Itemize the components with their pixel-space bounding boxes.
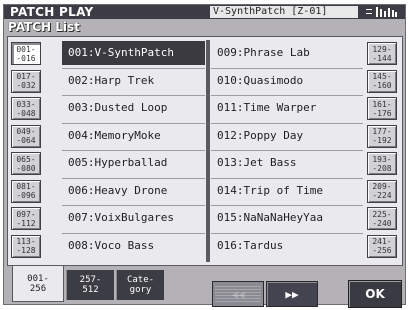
range-button-right[interactable]: 145- -160 [367,69,397,93]
patch-list-item[interactable]: 014:Trip of Time [211,179,363,203]
patch-list-item[interactable]: 002:Harp Trek [62,69,205,93]
patch-list-item[interactable]: 006:Heavy Drone [62,179,205,203]
range-button-left[interactable]: 033- -048 [11,97,41,120]
range-button-right[interactable]: 209- -224 [367,179,397,203]
ok-button[interactable]: OK [348,280,402,308]
patch-list-item[interactable]: 012:Poppy Day [211,124,363,148]
fast-forward-icon: ▶▶ [285,287,299,301]
range-button-left[interactable]: 049- -064 [11,124,41,148]
patch-list-item[interactable]: 001:V-SynthPatch [62,41,205,65]
patch-play-screen: PATCH PLAY V-SynthPatch [Z-01] PATCH Lis… [3,4,406,308]
tab-category[interactable]: Cate- gory [116,270,164,300]
range-button-right[interactable]: 225- -240 [367,207,397,230]
patch-list-item[interactable]: 004:MemoryMoke [62,124,205,148]
patch-list-title: PATCH List [8,20,80,34]
patch-list-item[interactable]: 007:VoixBulgares [62,206,205,230]
range-button-right[interactable]: 193- -208 [367,152,397,175]
current-patch-display: V-SynthPatch [Z-01] [210,6,358,18]
range-button-left[interactable]: 001- -016 [11,42,41,65]
range-button-left[interactable]: 065- -080 [11,152,41,175]
page-prev-button[interactable]: ◀◀ [212,281,264,307]
page-next-button[interactable]: ▶▶ [266,281,318,307]
screen-title: PATCH PLAY [10,5,94,19]
patch-list-item[interactable]: 009:Phrase Lab [211,41,363,65]
range-button-right[interactable]: 161- -176 [367,97,397,120]
range-button-left[interactable]: 097- -112 [11,207,41,230]
rewind-icon: ◀◀ [231,287,245,301]
range-button-left[interactable]: 113- -128 [11,234,41,258]
range-button-right[interactable]: 241- -256 [367,234,397,258]
patch-list-item[interactable]: 003:Dusted Loop [62,96,205,120]
patch-list-item[interactable]: 013:Jet Bass [211,151,363,175]
patch-list-item[interactable]: 010:Quasimodo [211,69,363,93]
patch-list-item[interactable]: 008:Voco Bass [62,234,205,258]
patch-list-item[interactable]: 015:NaNaNaHeyYaa [211,206,363,230]
title-bar: PATCH PLAY V-SynthPatch [Z-01] [4,5,405,19]
range-button-left[interactable]: 081- -096 [11,179,41,203]
range-button-right[interactable]: 129- -144 [367,42,397,65]
tab-range-001-256[interactable]: 001- 256 [12,266,64,302]
patch-list-item[interactable]: 016:Tardus [211,234,363,258]
tab-range-257-512[interactable]: 257- 512 [66,270,114,300]
range-button-left[interactable]: 017- -032 [11,69,41,93]
patch-list-item[interactable]: 011:Time Warper [211,96,363,120]
range-button-right[interactable]: 177- -192 [367,124,397,148]
patch-list-item[interactable]: 005:Hyperballad [62,151,205,175]
status-icon [366,7,398,20]
column-divider [206,40,210,262]
